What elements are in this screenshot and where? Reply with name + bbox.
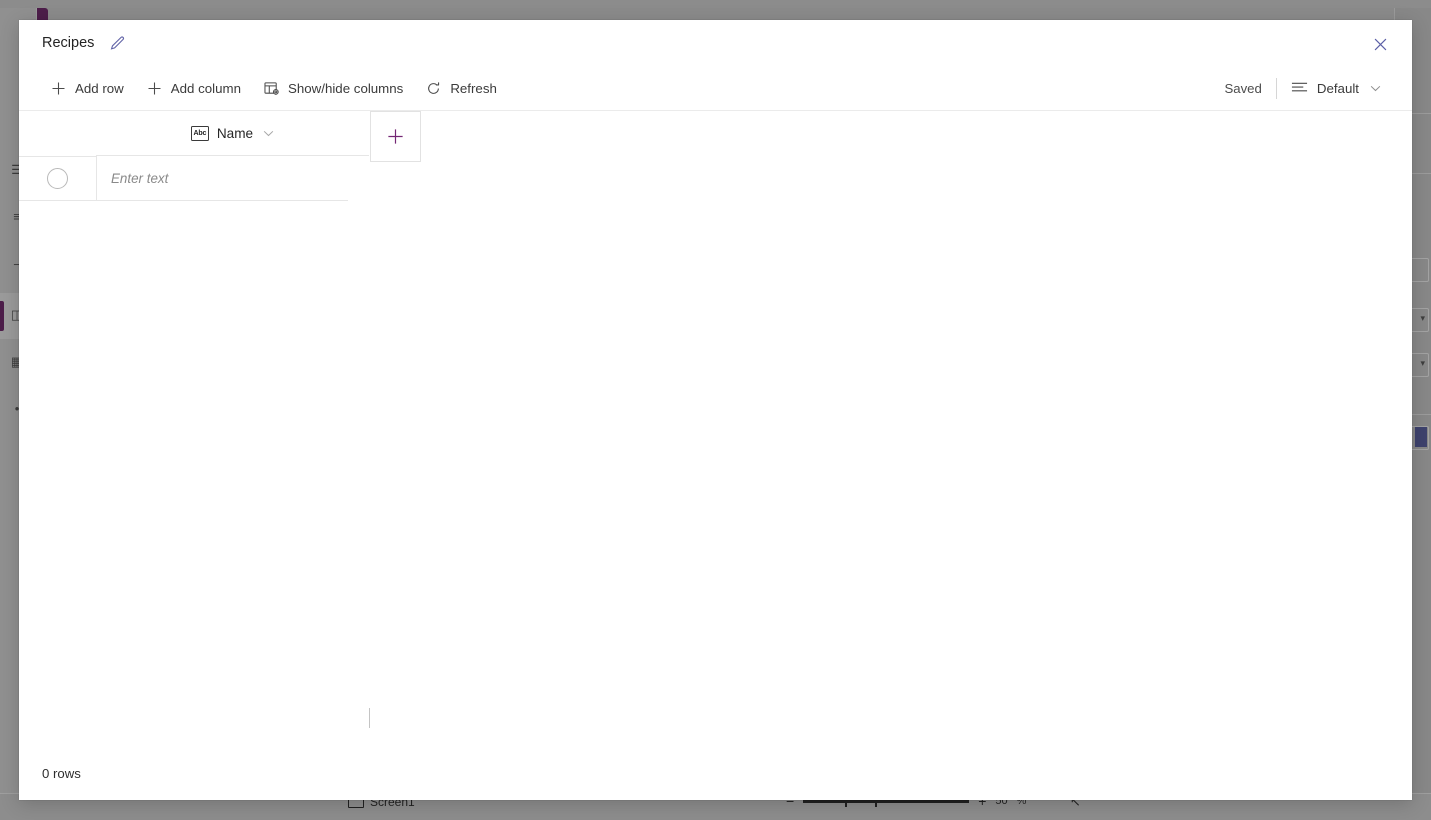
list-view-icon xyxy=(1291,80,1308,97)
add-column-button[interactable]: Add column xyxy=(135,72,252,104)
column-resize-marker[interactable] xyxy=(369,708,370,728)
refresh-label: Refresh xyxy=(450,80,497,96)
plus-icon xyxy=(50,80,67,97)
grid-cell-name[interactable] xyxy=(96,156,348,201)
toolbar-right-group: Saved Default xyxy=(1224,72,1390,104)
show-hide-columns-label: Show/hide columns xyxy=(288,80,404,96)
column-header-label: Name xyxy=(216,125,254,141)
add-row-button[interactable]: Add row xyxy=(39,72,135,104)
grid-new-row xyxy=(19,156,348,201)
page-title: Recipes xyxy=(42,35,95,51)
row-select-circle-icon[interactable] xyxy=(47,167,68,189)
grid-header-row: Abc Name xyxy=(19,111,421,162)
dialog-footer: 0 rows xyxy=(19,746,1412,800)
add-row-label: Add row xyxy=(75,80,124,96)
app-root: ☰ ≡ − ◫ ▦ • ▾ ▾ Screen1 − + 50 % ↗ Recip… xyxy=(0,0,1431,820)
close-icon[interactable] xyxy=(1364,30,1396,58)
saved-status: Saved xyxy=(1224,80,1262,96)
dialog-header: Recipes xyxy=(19,20,1412,66)
toolbar-left-group: Add row Add column Show/hide columns Ref… xyxy=(39,72,508,104)
chevron-down-icon[interactable] xyxy=(263,130,274,137)
data-grid: Abc Name xyxy=(19,111,1412,746)
row-gutter-header xyxy=(19,111,96,157)
view-selector-button[interactable]: Default xyxy=(1277,72,1390,104)
row-gutter-cell xyxy=(19,156,96,201)
plus-icon xyxy=(146,80,163,97)
table-editor-dialog: Recipes Add row Add column Show/hide col… xyxy=(19,20,1412,800)
chevron-down-icon xyxy=(1370,85,1381,92)
add-column-label: Add column xyxy=(170,80,241,96)
abc-text-icon: Abc xyxy=(190,125,209,141)
row-count-label: 0 rows xyxy=(42,765,81,781)
new-row-name-input[interactable] xyxy=(109,169,348,187)
column-header-name[interactable]: Abc Name xyxy=(96,111,369,156)
add-column-grid-button[interactable] xyxy=(370,111,421,162)
show-hide-columns-button[interactable]: Show/hide columns xyxy=(252,72,414,104)
view-label: Default xyxy=(1316,80,1359,96)
refresh-button[interactable]: Refresh xyxy=(414,72,508,104)
refresh-icon xyxy=(425,80,442,97)
dialog-toolbar: Add row Add column Show/hide columns Ref… xyxy=(19,66,1412,111)
pencil-icon[interactable] xyxy=(107,33,127,53)
columns-settings-icon xyxy=(263,80,280,97)
